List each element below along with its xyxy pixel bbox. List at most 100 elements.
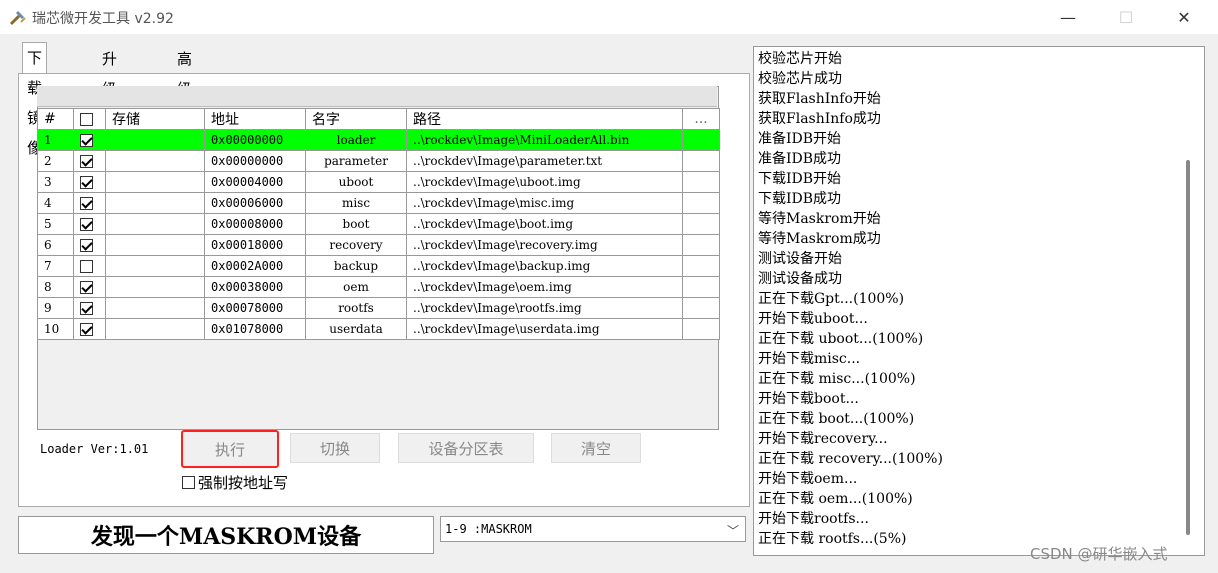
row-storage[interactable] bbox=[105, 234, 205, 256]
row-name[interactable]: userdata bbox=[305, 318, 407, 340]
row-more[interactable] bbox=[682, 171, 720, 193]
device-select[interactable]: 1-9 :MASKROM ﹀ bbox=[440, 516, 746, 542]
table-row[interactable]: 4 0x00006000 misc ..\rockdev\Image\misc.img bbox=[37, 192, 720, 214]
row-name[interactable]: backup bbox=[305, 255, 407, 277]
row-storage[interactable] bbox=[105, 297, 205, 319]
execute-button[interactable]: 执行 bbox=[181, 430, 279, 468]
row-name[interactable]: rootfs bbox=[305, 297, 407, 319]
row-check-cell[interactable] bbox=[73, 297, 106, 319]
row-checkbox[interactable] bbox=[80, 134, 93, 147]
row-name[interactable]: oem bbox=[305, 276, 407, 298]
row-check-cell[interactable] bbox=[73, 213, 106, 235]
row-address[interactable]: 0x01078000 bbox=[204, 318, 306, 340]
row-storage[interactable] bbox=[105, 318, 205, 340]
table-row[interactable]: 3 0x00004000 uboot ..\rockdev\Image\uboot.i… bbox=[37, 171, 720, 193]
minimize-button[interactable]: — bbox=[1038, 0, 1098, 34]
row-more[interactable] bbox=[682, 318, 720, 340]
row-check-cell[interactable] bbox=[73, 150, 106, 172]
col-header-path[interactable]: 路径 bbox=[406, 108, 683, 130]
row-checkbox[interactable] bbox=[80, 323, 93, 336]
table-row[interactable]: 9 0x00078000 rootfs ..\rockdev\Image\rootfs… bbox=[37, 297, 720, 319]
row-path[interactable]: ..\rockdev\Image\boot.img bbox=[406, 213, 683, 235]
row-name[interactable]: misc bbox=[305, 192, 407, 214]
col-header-more[interactable]: ... bbox=[682, 108, 720, 130]
row-address[interactable]: 0x00000000 bbox=[204, 129, 306, 151]
row-storage[interactable] bbox=[105, 150, 205, 172]
force-address-option[interactable]: 强制按地址写 bbox=[182, 472, 288, 493]
row-address[interactable]: 0x00006000 bbox=[204, 192, 306, 214]
row-path[interactable]: ..\rockdev\Image\backup.img bbox=[406, 255, 683, 277]
col-header-check[interactable] bbox=[73, 108, 106, 130]
row-checkbox[interactable] bbox=[80, 176, 93, 189]
col-header-storage[interactable]: 存储 bbox=[105, 108, 205, 130]
chevron-down-icon[interactable]: ﹀ bbox=[727, 522, 739, 539]
row-more[interactable] bbox=[682, 192, 720, 214]
table-row[interactable]: 1 0x00000000 loader ..\rockdev\Image\MiniLo… bbox=[37, 129, 720, 151]
col-header-address[interactable]: 地址 bbox=[204, 108, 306, 130]
tab-upgrade-firmware[interactable]: 升级固件 bbox=[98, 44, 121, 158]
log-output[interactable]: 校验芯片开始 校验芯片成功 获取FlashInfo开始 获取FlashInfo成功 准备… bbox=[753, 46, 1205, 556]
row-path[interactable]: ..\rockdev\Image\recovery.img bbox=[406, 234, 683, 256]
row-address[interactable]: 0x00038000 bbox=[204, 276, 306, 298]
row-checkbox[interactable] bbox=[80, 155, 93, 168]
close-button[interactable]: ✕ bbox=[1154, 0, 1214, 34]
row-storage[interactable] bbox=[105, 129, 205, 151]
row-check-cell[interactable] bbox=[73, 255, 106, 277]
row-checkbox[interactable] bbox=[80, 260, 93, 273]
row-address[interactable]: 0x00000000 bbox=[204, 150, 306, 172]
row-path[interactable]: ..\rockdev\Image\parameter.txt bbox=[406, 150, 683, 172]
row-path[interactable]: ..\rockdev\Image\userdata.img bbox=[406, 318, 683, 340]
clear-button[interactable]: 清空 bbox=[551, 433, 641, 463]
row-address[interactable]: 0x00004000 bbox=[204, 171, 306, 193]
row-more[interactable] bbox=[682, 255, 720, 277]
row-more[interactable] bbox=[682, 276, 720, 298]
row-check-cell[interactable] bbox=[73, 192, 106, 214]
row-storage[interactable] bbox=[105, 276, 205, 298]
row-address[interactable]: 0x00018000 bbox=[204, 234, 306, 256]
table-row[interactable]: 2 0x00000000 parameter ..\rockdev\Image\par… bbox=[37, 150, 720, 172]
row-checkbox[interactable] bbox=[80, 239, 93, 252]
row-checkbox[interactable] bbox=[80, 302, 93, 315]
switch-button[interactable]: 切换 bbox=[290, 433, 380, 463]
row-more[interactable] bbox=[682, 150, 720, 172]
tab-advanced[interactable]: 高级功能 bbox=[173, 44, 196, 158]
row-path[interactable]: ..\rockdev\Image\uboot.img bbox=[406, 171, 683, 193]
row-storage[interactable] bbox=[105, 192, 205, 214]
partition-table-button[interactable]: 设备分区表 bbox=[398, 433, 534, 463]
row-path[interactable]: ..\rockdev\Image\MiniLoaderAll.bin bbox=[406, 129, 683, 151]
row-path[interactable]: ..\rockdev\Image\rootfs.img bbox=[406, 297, 683, 319]
row-more[interactable] bbox=[682, 129, 720, 151]
table-row[interactable]: 5 0x00008000 boot ..\rockdev\Image\boot.img bbox=[37, 213, 720, 235]
row-checkbox[interactable] bbox=[80, 197, 93, 210]
row-address[interactable]: 0x0002A000 bbox=[204, 255, 306, 277]
row-more[interactable] bbox=[682, 234, 720, 256]
row-check-cell[interactable] bbox=[73, 318, 106, 340]
row-check-cell[interactable] bbox=[73, 234, 106, 256]
table-row[interactable]: 8 0x00038000 oem ..\rockdev\Image\oem.img bbox=[37, 276, 720, 298]
row-path[interactable]: ..\rockdev\Image\misc.img bbox=[406, 192, 683, 214]
row-storage[interactable] bbox=[105, 171, 205, 193]
maximize-button[interactable]: ☐ bbox=[1096, 0, 1156, 34]
row-check-cell[interactable] bbox=[73, 129, 106, 151]
table-row[interactable]: 10 0x01078000 userdata ..\rockdev\Image\use… bbox=[37, 318, 720, 340]
tab-download-image[interactable]: 下载镜像 bbox=[22, 42, 48, 157]
row-more[interactable] bbox=[682, 213, 720, 235]
select-all-checkbox[interactable] bbox=[80, 112, 93, 126]
row-checkbox[interactable] bbox=[80, 281, 93, 294]
col-header-name[interactable]: 名字 bbox=[305, 108, 407, 130]
row-address[interactable]: 0x00078000 bbox=[204, 297, 306, 319]
row-name[interactable]: loader bbox=[305, 129, 407, 151]
table-row[interactable]: 7 0x0002A000 backup ..\rockdev\Image\backup… bbox=[37, 255, 720, 277]
row-path[interactable]: ..\rockdev\Image\oem.img bbox=[406, 276, 683, 298]
force-address-checkbox[interactable] bbox=[182, 476, 195, 489]
table-row[interactable]: 6 0x00018000 recovery ..\rockdev\Image\reco… bbox=[37, 234, 720, 256]
row-storage[interactable] bbox=[105, 255, 205, 277]
row-address[interactable]: 0x00008000 bbox=[204, 213, 306, 235]
row-name[interactable]: parameter bbox=[305, 150, 407, 172]
row-check-cell[interactable] bbox=[73, 171, 106, 193]
log-scrollbar[interactable] bbox=[1186, 160, 1190, 535]
row-name[interactable]: recovery bbox=[305, 234, 407, 256]
row-storage[interactable] bbox=[105, 213, 205, 235]
row-checkbox[interactable] bbox=[80, 218, 93, 231]
row-name[interactable]: uboot bbox=[305, 171, 407, 193]
